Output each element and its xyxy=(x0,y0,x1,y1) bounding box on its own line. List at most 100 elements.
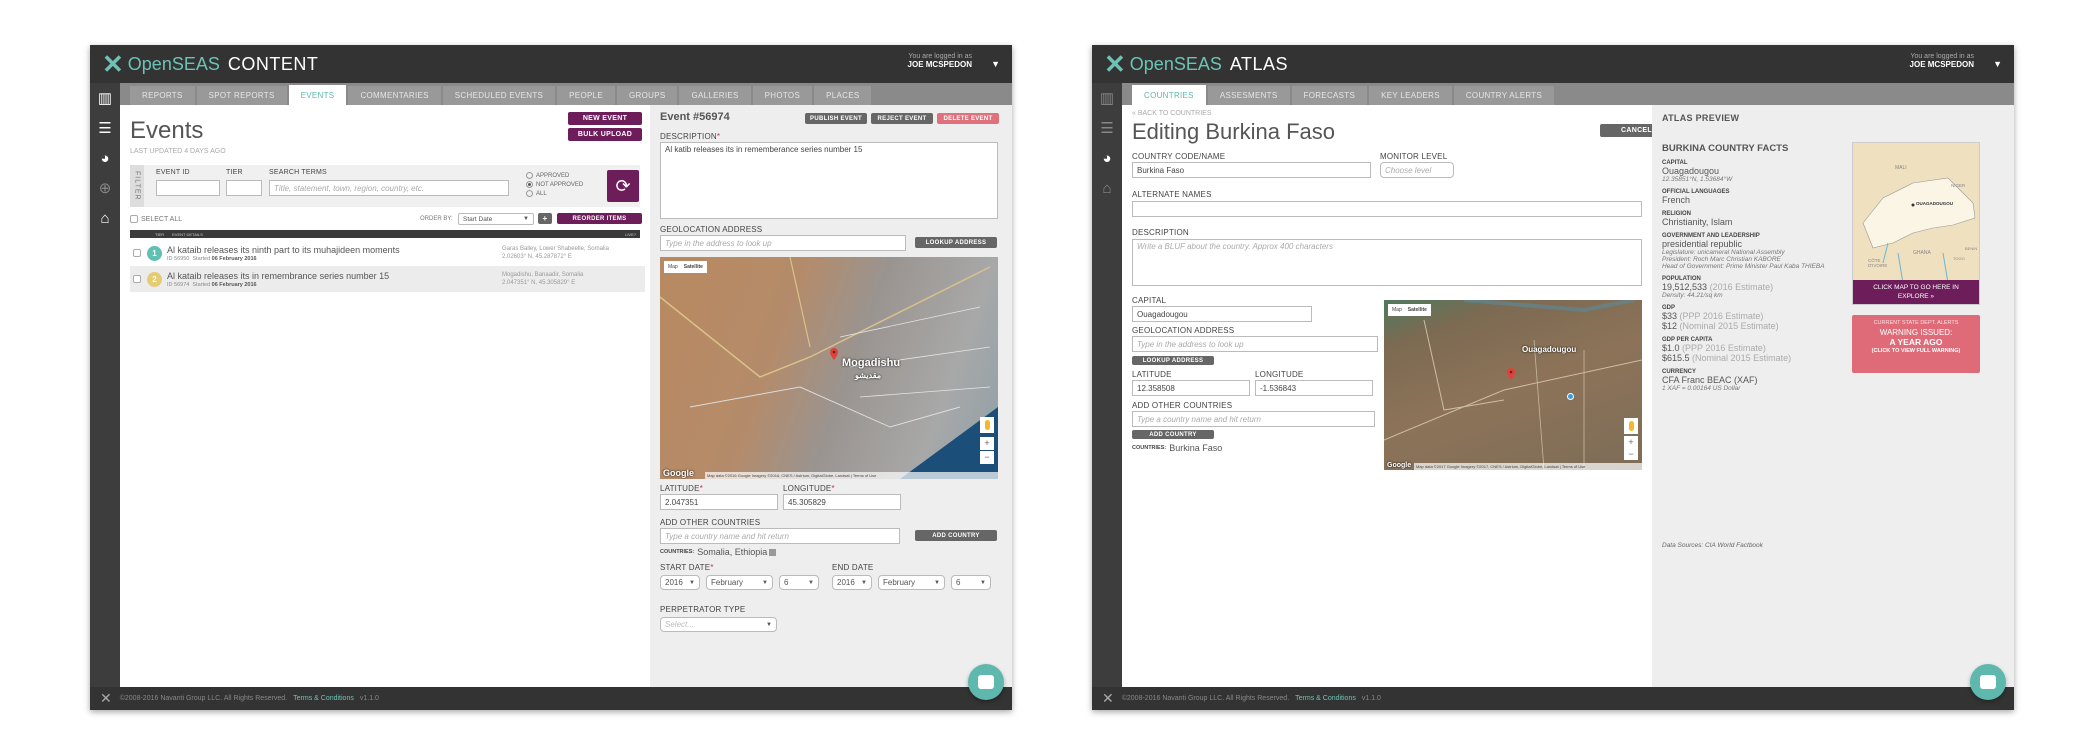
chat-button[interactable] xyxy=(968,664,1004,700)
user-menu-caret-icon[interactable]: ▼ xyxy=(1993,59,2002,69)
chat-button[interactable] xyxy=(1970,664,2006,700)
longitude-input[interactable]: -1.536843 xyxy=(1255,380,1373,396)
user-info[interactable]: You are logged in as JOE MCSPEDON xyxy=(908,53,972,69)
longitude-input[interactable]: 45.305829 xyxy=(783,494,901,510)
map-type-toggle[interactable]: Map Satellite xyxy=(664,261,707,273)
tab-forecasts[interactable]: FORECASTS xyxy=(1291,86,1368,105)
event-title[interactable]: Al kataib releases its ninth part to its… xyxy=(167,245,400,255)
terms-link[interactable]: Terms & Conditions xyxy=(293,695,354,702)
reject-event-button[interactable]: REJECT EVENT xyxy=(871,113,933,124)
latitude-input[interactable]: 2.047351 xyxy=(660,494,778,510)
state-dept-alert[interactable]: CURRENT STATE DEPT. ALERTS WARNING ISSUE… xyxy=(1852,315,1980,373)
map-zoom-in-button[interactable]: + xyxy=(980,437,994,450)
add-order-button[interactable]: + xyxy=(538,213,552,224)
tab-reports[interactable]: REPORTS xyxy=(130,86,195,105)
tab-commentaries[interactable]: COMMENTARIES xyxy=(348,86,441,105)
remove-country-icon[interactable] xyxy=(769,548,777,556)
street-view-pegman-icon[interactable] xyxy=(1624,418,1638,434)
order-by-select[interactable]: Start Date ▼ xyxy=(458,213,534,225)
map-zoom-in-button[interactable]: + xyxy=(1624,436,1638,449)
tab-scheduled-events[interactable]: SCHEDULED EVENTS xyxy=(442,86,556,105)
description-textarea[interactable]: Al katib releases its in rememberance se… xyxy=(660,142,998,219)
add-country-button[interactable]: ADD COUNTRY xyxy=(1132,430,1214,439)
add-countries-input[interactable]: Type a country name and hit return xyxy=(660,528,900,544)
end-day-select[interactable]: 6 ▼ xyxy=(951,575,991,590)
logo[interactable]: ✕ OpenSEAS ATLAS xyxy=(1104,51,1288,77)
tab-assesments[interactable]: ASSESMENTS xyxy=(1207,86,1290,105)
nav-document-icon[interactable]: ☰ xyxy=(90,113,120,143)
explore-map-cta[interactable]: CLICK MAP TO GO HERE IN EXPLORE » xyxy=(1853,280,1979,304)
user-menu-caret-icon[interactable]: ▼ xyxy=(991,59,1000,69)
add-country-button[interactable]: ADD COUNTRY xyxy=(915,530,997,541)
country-map-thumbnail[interactable]: MALI NIGER OUAGADOUGOU GHANA CÔTE D'IVOI… xyxy=(1852,142,1980,305)
event-id-input[interactable] xyxy=(156,180,220,196)
nav-institution-icon[interactable]: ⌂ xyxy=(90,203,120,233)
back-to-countries-link[interactable]: « BACK TO COUNTRIES xyxy=(1132,110,1211,117)
start-year-select[interactable]: 2016 ▼ xyxy=(660,575,700,590)
start-month-select[interactable]: February ▼ xyxy=(706,575,773,590)
latitude-input[interactable]: 12.358508 xyxy=(1132,380,1250,396)
tab-countries[interactable]: COUNTRIES xyxy=(1132,85,1206,105)
alternate-names-input[interactable] xyxy=(1132,201,1642,217)
filter-tab[interactable]: FILTER xyxy=(130,165,144,207)
tab-places[interactable]: PLACES xyxy=(814,86,872,105)
radio-all[interactable]: ALL xyxy=(526,189,583,198)
map-attribution[interactable]: Map data ©2017 Google Imagery ©2017, CNE… xyxy=(1414,463,1642,470)
terms-link[interactable]: Terms & Conditions xyxy=(1295,695,1356,702)
description-textarea[interactable]: Write a BLUF about the country. Approx 4… xyxy=(1132,239,1642,286)
tab-events[interactable]: EVENTS xyxy=(288,85,347,105)
satellite-tab[interactable]: Satellite xyxy=(1408,307,1427,313)
tab-spot-reports[interactable]: SPOT REPORTS xyxy=(196,86,287,105)
perpetrator-type-select[interactable]: Select... ▼ xyxy=(660,617,777,632)
capital-input[interactable]: Ouagadougou xyxy=(1132,306,1312,322)
event-row-selected[interactable]: 2 Al kataib releases its in remembrance … xyxy=(130,266,645,292)
map-type-toggle[interactable]: Map Satellite xyxy=(1388,304,1431,316)
monitor-level-select[interactable]: Choose level xyxy=(1380,162,1454,178)
map-zoom-out-button[interactable]: − xyxy=(1624,449,1638,460)
geolocation-input[interactable]: Type in the address to look up xyxy=(1132,336,1378,352)
row-checkbox[interactable] xyxy=(133,249,141,257)
radio-approved[interactable]: APPROVED xyxy=(526,171,583,180)
radio-not-approved[interactable]: NOT APPROVED xyxy=(526,180,583,189)
nav-world-grid-icon[interactable]: ⊕ xyxy=(90,173,120,203)
lookup-address-button[interactable]: LOOKUP ADDRESS xyxy=(1132,356,1214,365)
search-terms-input[interactable]: Title, statement, town, region, country,… xyxy=(269,180,509,196)
refresh-button[interactable]: ⟳ xyxy=(607,170,639,202)
delete-event-button[interactable]: DELETE EVENT xyxy=(937,113,999,124)
tab-galleries[interactable]: GALLERIES xyxy=(679,86,751,105)
country-code-input[interactable]: Burkina Faso xyxy=(1132,162,1371,178)
end-year-select[interactable]: 2016 ▼ xyxy=(832,575,872,590)
tab-groups[interactable]: GROUPS xyxy=(617,86,678,105)
lookup-address-button[interactable]: LOOKUP ADDRESS xyxy=(915,237,997,248)
end-month-select[interactable]: February ▼ xyxy=(878,575,945,590)
row-checkbox[interactable] xyxy=(133,275,141,283)
nav-chart-icon[interactable]: ▥ xyxy=(90,83,120,113)
map-tab[interactable]: Map xyxy=(668,264,678,270)
event-row[interactable]: 1 Al kataib releases its ninth part to i… xyxy=(130,240,645,266)
event-map[interactable]: Map Satellite Mogadishu مقديشو + − Google… xyxy=(660,257,998,479)
start-day-select[interactable]: 6 ▼ xyxy=(779,575,819,590)
nav-globe-icon[interactable]: ◕ xyxy=(90,143,120,173)
nav-document-icon[interactable]: ☰ xyxy=(1092,113,1122,143)
reorder-items-button[interactable]: REORDER ITEMS xyxy=(557,213,642,224)
nav-globe-icon[interactable]: ◕ xyxy=(1092,143,1122,173)
street-view-pegman-icon[interactable] xyxy=(980,417,994,433)
bulk-upload-button[interactable]: BULK UPLOAD xyxy=(568,128,642,141)
nav-chart-icon[interactable]: ▥ xyxy=(1092,83,1122,113)
event-title[interactable]: Al kataib releases its in remembrance se… xyxy=(167,271,389,281)
satellite-tab[interactable]: Satellite xyxy=(684,264,703,270)
select-all-checkbox[interactable] xyxy=(130,215,138,223)
user-info[interactable]: You are logged in as JOE MCSPEDON xyxy=(1910,53,1974,69)
publish-event-button[interactable]: PUBLISH EVENT xyxy=(805,113,867,124)
tab-photos[interactable]: PHOTOS xyxy=(752,86,813,105)
tier-input[interactable] xyxy=(226,180,262,196)
logo[interactable]: ✕ OpenSEAS CONTENT xyxy=(102,51,318,77)
tab-people[interactable]: PEOPLE xyxy=(557,86,615,105)
select-all[interactable]: SELECT ALL xyxy=(130,215,182,223)
geolocation-input[interactable]: Type in the address to look up xyxy=(660,235,906,251)
map-zoom-out-button[interactable]: − xyxy=(980,451,994,464)
capital-map[interactable]: Map Satellite Ouagadougou + − Google Map … xyxy=(1384,300,1642,470)
map-tab[interactable]: Map xyxy=(1392,307,1402,313)
add-countries-input[interactable]: Type a country name and hit return xyxy=(1132,411,1375,427)
tab-key-leaders[interactable]: KEY LEADERS xyxy=(1369,86,1452,105)
